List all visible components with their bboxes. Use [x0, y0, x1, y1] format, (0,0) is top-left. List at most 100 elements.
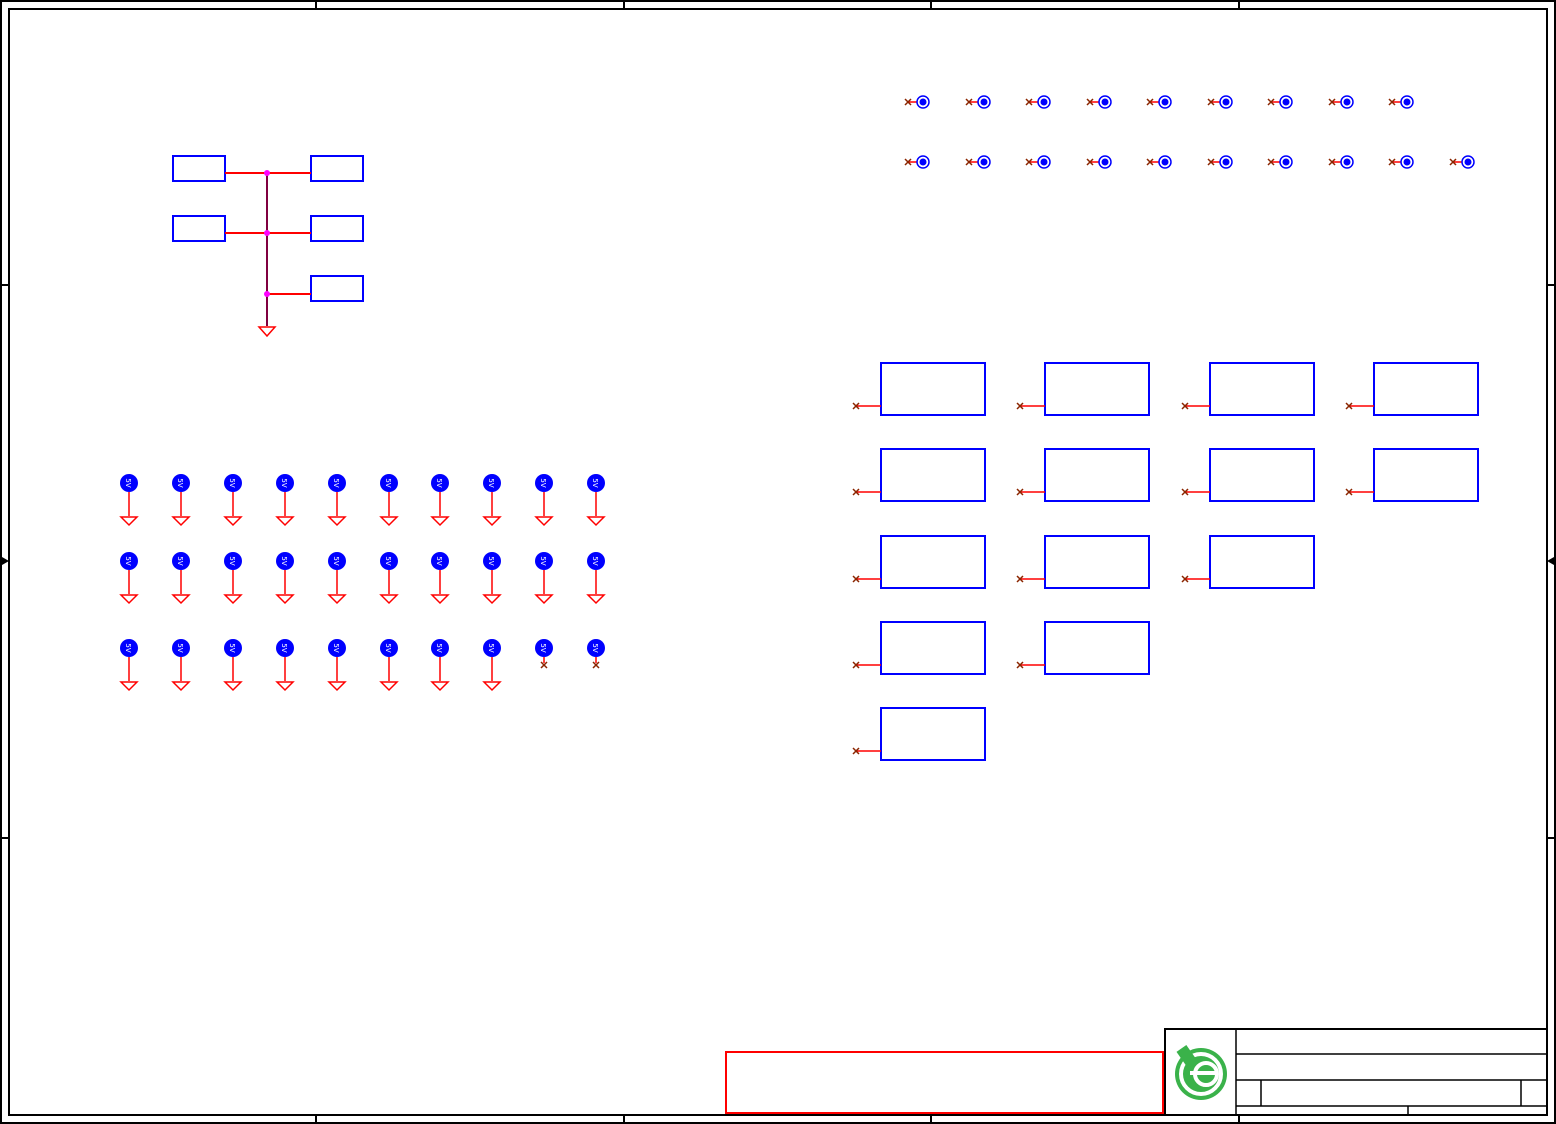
power-pin-5v[interactable]: 5V [223, 639, 243, 692]
ground-symbol-icon [223, 516, 243, 527]
power-pin-5v[interactable]: 5V [430, 552, 450, 605]
ground-symbol-icon [327, 681, 347, 692]
power-pin-5v[interactable]: 5V [275, 552, 295, 605]
power-pin-5v[interactable]: 5V [119, 639, 139, 692]
component-block[interactable] [852, 621, 986, 675]
test-point-icon[interactable] [1388, 95, 1414, 109]
ground-symbol-icon [379, 681, 399, 692]
ground-symbol-icon [119, 681, 139, 692]
part-grid [852, 362, 1479, 761]
net-port-box[interactable] [310, 215, 364, 242]
test-point-icon[interactable] [1449, 155, 1475, 169]
component-block[interactable] [1016, 448, 1150, 502]
power-pin-5v[interactable]: 5V [482, 474, 502, 527]
test-point-icon[interactable] [1086, 155, 1112, 169]
net-port-box[interactable] [172, 215, 226, 242]
power-pin-5v[interactable]: 5V [586, 552, 606, 605]
component-block[interactable] [1345, 362, 1479, 416]
notes-box [725, 1051, 1164, 1114]
test-point-icon[interactable] [904, 155, 930, 169]
right-arrow-icon [1547, 557, 1554, 565]
power-pin-5v[interactable]: 5V [223, 474, 243, 527]
component-block[interactable] [1181, 362, 1315, 416]
power-pin-5v[interactable]: 5V [482, 639, 502, 692]
easyeda-logo-icon [1175, 1045, 1227, 1100]
left-arrow-icon [2, 557, 9, 565]
pin-label: 5V [591, 556, 599, 565]
power-pin-5v[interactable]: 5V [119, 474, 139, 527]
power-pin-5v[interactable]: 5V [379, 639, 399, 692]
pin-label: 5V [176, 478, 184, 487]
component-block[interactable] [1181, 448, 1315, 502]
power-pin-5v[interactable]: 5V [327, 639, 347, 692]
component-block[interactable] [852, 362, 986, 416]
test-point-icon[interactable] [1086, 95, 1112, 109]
power-pin-5v[interactable]: 5V [171, 474, 191, 527]
power-pin-5v[interactable]: 5V [482, 552, 502, 605]
component-block[interactable] [852, 535, 986, 589]
title-block [1164, 1028, 1548, 1116]
ground-symbol-icon [327, 516, 347, 527]
power-pin-5v[interactable]: 5V [534, 552, 554, 605]
net-port-box[interactable] [310, 155, 364, 182]
schematic-sheet: 5V 5V 5V 5V 5V 5V 5V 5V 5V 5V 5V 5V 5V 5V 5V 5V 5V 5V 5V 5V… [0, 0, 1556, 1124]
power-pin-5v[interactable]: 5V [119, 552, 139, 605]
power-pin-5v[interactable]: 5V [586, 474, 606, 527]
test-point-icon[interactable] [904, 95, 930, 109]
test-point-icon[interactable] [1025, 155, 1051, 169]
test-point-icon[interactable] [1146, 155, 1172, 169]
ground-symbol-icon [430, 516, 450, 527]
power-pin-5v[interactable]: 5V [327, 474, 347, 527]
test-point-icon[interactable] [1146, 95, 1172, 109]
pin-label: 5V [280, 556, 288, 565]
power-pin-5v[interactable]: 5V [535, 639, 553, 669]
pin-label: 5V [124, 643, 132, 652]
power-pin-5v[interactable]: 5V [275, 639, 295, 692]
test-point-icon[interactable] [1267, 95, 1293, 109]
power-pin-5v[interactable]: 5V [379, 552, 399, 605]
ground-symbol-icon [275, 594, 295, 605]
power-pin-5v[interactable]: 5V [379, 474, 399, 527]
ground-symbol-icon [430, 681, 450, 692]
power-pin-5v[interactable]: 5V [430, 639, 450, 692]
net-port-box[interactable] [172, 155, 226, 182]
test-point-icon[interactable] [1328, 155, 1354, 169]
power-pin-5v[interactable]: 5V [327, 552, 347, 605]
pin-label: 5V [332, 643, 340, 652]
ground-symbol-icon [482, 681, 502, 692]
power-pin-5v[interactable]: 5V [430, 474, 450, 527]
test-point-icon[interactable] [965, 95, 991, 109]
net-port-box[interactable] [310, 275, 364, 302]
component-block[interactable] [852, 448, 986, 502]
pin-label: 5V [487, 478, 495, 487]
ground-symbol-icon [223, 594, 243, 605]
test-point-icon[interactable] [965, 155, 991, 169]
test-point-icon[interactable] [1267, 155, 1293, 169]
test-point-icon[interactable] [1025, 95, 1051, 109]
component-block[interactable] [1016, 535, 1150, 589]
component-block[interactable] [852, 707, 986, 761]
power-pin-5v[interactable]: 5V [275, 474, 295, 527]
test-point-icon[interactable] [1207, 155, 1233, 169]
pin-label: 5V [176, 643, 184, 652]
power-pin-5v[interactable]: 5V [223, 552, 243, 605]
component-block[interactable] [1016, 621, 1150, 675]
ground-symbol-icon [379, 594, 399, 605]
ground-symbol-icon [223, 681, 243, 692]
component-block[interactable] [1016, 362, 1150, 416]
test-point-icon[interactable] [1388, 155, 1414, 169]
ground-symbol-icon [327, 594, 347, 605]
power-pin-5v[interactable]: 5V [171, 552, 191, 605]
pin-label: 5V [332, 556, 340, 565]
ground-symbol-icon [119, 516, 139, 527]
power-pin-5v[interactable]: 5V [171, 639, 191, 692]
power-pin-5v[interactable]: 5V [587, 639, 605, 669]
test-point-icon[interactable] [1207, 95, 1233, 109]
pin-label: 5V [539, 643, 547, 652]
pin-label: 5V [591, 643, 599, 652]
power-pin-5v[interactable]: 5V [534, 474, 554, 527]
ground-symbol-icon [275, 516, 295, 527]
component-block[interactable] [1345, 448, 1479, 502]
component-block[interactable] [1181, 535, 1315, 589]
test-point-icon[interactable] [1328, 95, 1354, 109]
